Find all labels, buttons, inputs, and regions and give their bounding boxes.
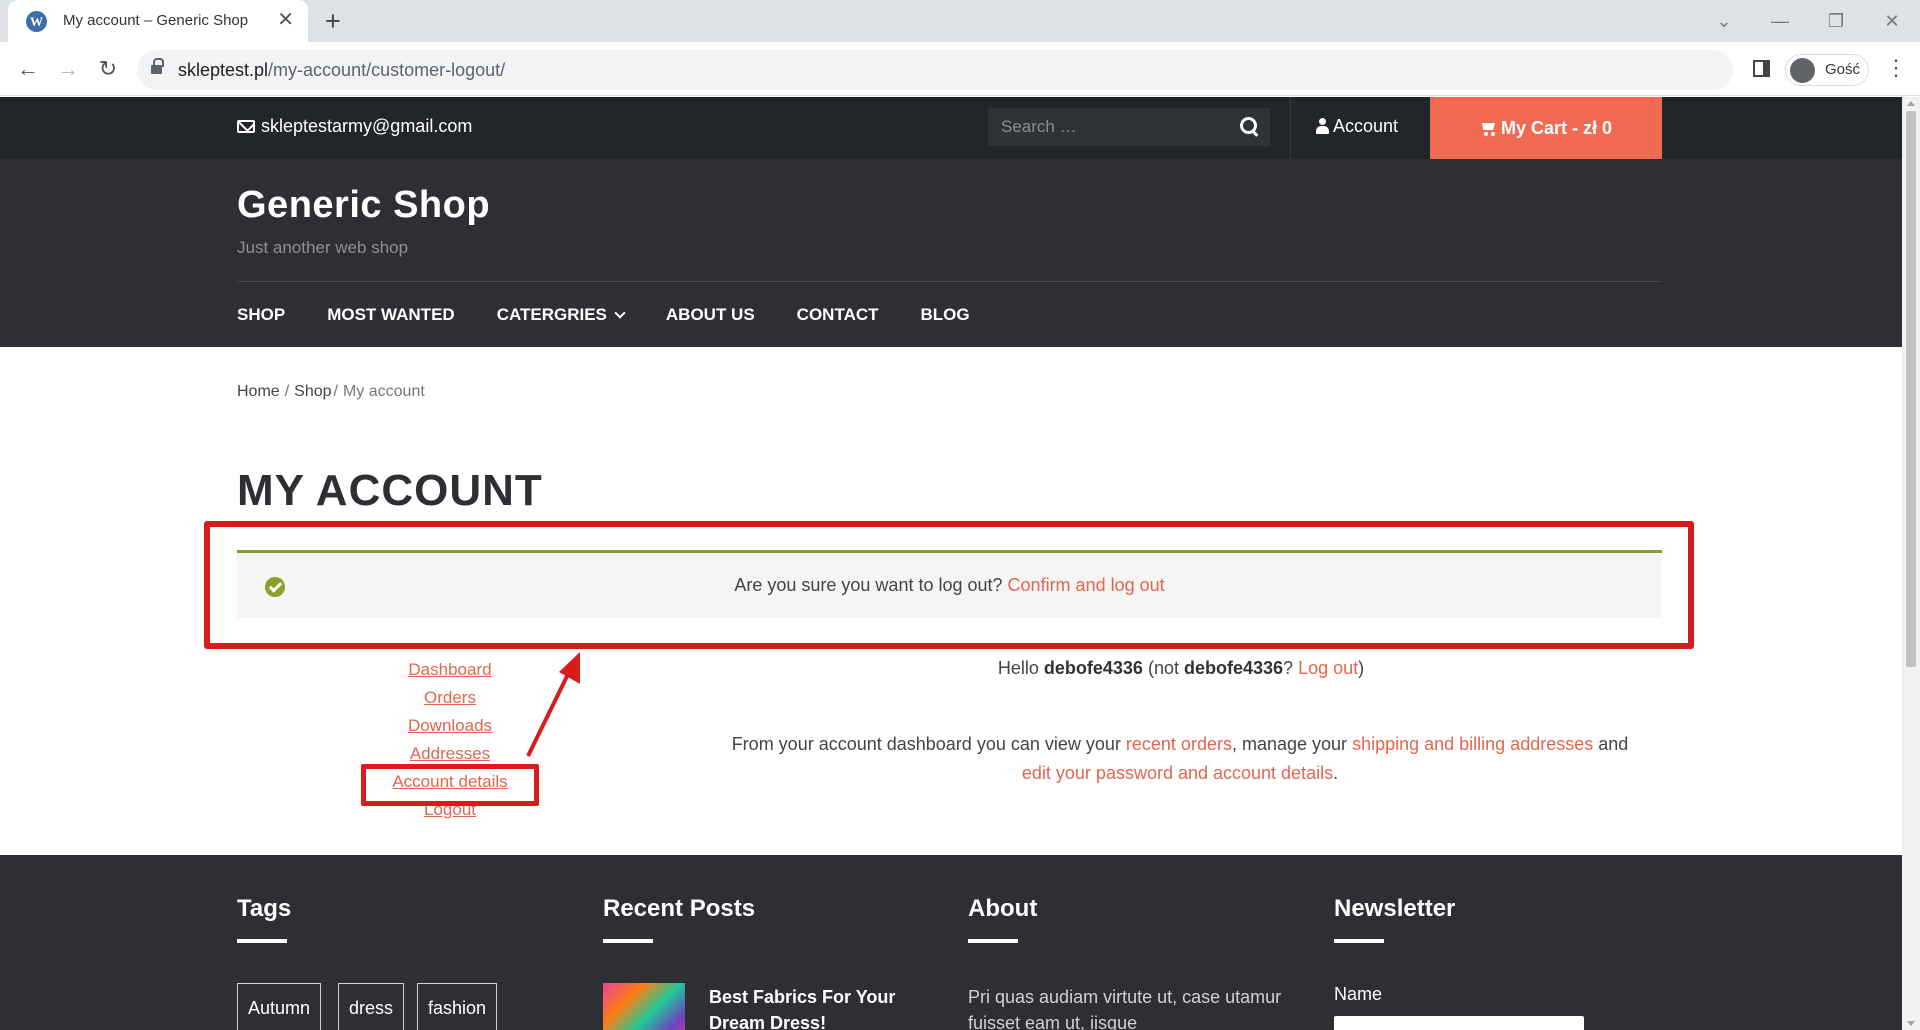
footer-about-underline (968, 939, 1018, 943)
hello-message: Hello debofe4336 (not debofe4336? Log ou… (997, 658, 1365, 678)
newsletter-name-label: Name (1334, 984, 1383, 1004)
cart-icon (1480, 121, 1497, 136)
site-search (988, 108, 1270, 146)
footer-newsletter-underline (1334, 939, 1384, 943)
menu-kebab-icon[interactable]: ⋮ (1885, 54, 1907, 82)
tab-search-icon[interactable]: ⌄ (1696, 0, 1752, 42)
reload-icon[interactable]: ↻ (94, 55, 122, 83)
site-title[interactable]: Generic Shop (237, 184, 490, 227)
nav-item-shop[interactable]: SHOP (237, 305, 285, 325)
page-scrollbar[interactable] (1902, 97, 1920, 1030)
restore-icon[interactable]: ❐ (1808, 0, 1864, 42)
breadcrumb: Home / Shop / My account (237, 383, 425, 400)
scroll-up-icon[interactable] (1907, 101, 1915, 106)
annotation-highlight-account-details (361, 764, 539, 806)
breadcrumb-shop[interactable]: Shop (294, 383, 331, 400)
tab-close-icon[interactable]: ✕ (277, 9, 294, 31)
annotation-highlight-notice (204, 521, 1694, 649)
browser-tab-strip: W My account – Generic Shop ✕ + ⌄ — ❐ ✕ (0, 0, 1920, 42)
dashboard-intro: From your account dashboard you can view… (731, 734, 1629, 783)
browser-toolbar: ← → ↻ skleptest.pl/my-account/customer-l… (0, 42, 1920, 96)
nav-item-categories[interactable]: CATERGRIES (497, 305, 626, 325)
footer-recent-underline (603, 939, 653, 943)
footer-newsletter-title: Newsletter (1334, 895, 1456, 922)
search-icon[interactable] (1240, 117, 1260, 137)
side-panel-icon[interactable] (1753, 60, 1770, 77)
recent-post-title[interactable]: Best Fabrics For Your Dream Dress! (709, 984, 939, 1030)
new-tab-icon[interactable]: + (325, 5, 341, 37)
site-top-bar: skleptestarmy@gmail.com Account My Cart … (0, 97, 1902, 159)
browser-tab[interactable]: W My account – Generic Shop ✕ (8, 0, 308, 42)
lock-icon[interactable] (151, 58, 164, 75)
wordpress-favicon-icon: W (26, 11, 47, 32)
breadcrumb-home[interactable]: Home (237, 383, 280, 400)
scroll-down-icon[interactable] (1907, 1021, 1915, 1026)
url-text: skleptest.pl/my-account/customer-logout/ (178, 60, 506, 80)
tag-autumn[interactable]: Autumn (237, 983, 322, 1030)
profile-label: Gość (1825, 61, 1861, 78)
chevron-down-icon (614, 307, 626, 319)
contact-email[interactable]: skleptestarmy@gmail.com (237, 116, 472, 137)
window-controls: ⌄ — ❐ ✕ (1696, 0, 1920, 42)
site-tagline: Just another web shop (237, 238, 409, 257)
scrollbar-thumb[interactable] (1906, 111, 1916, 667)
topbar-divider (1290, 97, 1291, 159)
nav-item-contact[interactable]: CONTACT (797, 305, 879, 325)
profile-button[interactable]: Gość (1785, 54, 1869, 86)
footer-tags-underline (237, 939, 287, 943)
account-details-link[interactable]: edit your password and account details (1022, 763, 1333, 783)
footer-tags-title: Tags (237, 895, 292, 922)
search-input[interactable] (988, 108, 1228, 146)
window-close-icon[interactable]: ✕ (1864, 0, 1920, 42)
addresses-link[interactable]: shipping and billing addresses (1352, 734, 1593, 754)
address-bar[interactable]: skleptest.pl/my-account/customer-logout/ (137, 50, 1733, 90)
site-footer: Tags Autumn dress fashion Recent Posts B… (0, 855, 1902, 1030)
page-title: MY ACCOUNT (237, 466, 543, 515)
forward-icon[interactable]: → (54, 55, 82, 83)
envelope-icon (237, 120, 255, 133)
tab-title: My account – Generic Shop (63, 12, 249, 29)
tag-dress[interactable]: dress (338, 983, 405, 1030)
recent-orders-link[interactable]: recent orders (1126, 734, 1232, 754)
site-header: Generic Shop Just another web shop SHOP … (0, 159, 1902, 347)
recent-post-thumbnail[interactable] (603, 983, 685, 1030)
username-repeat: debofe4336 (1184, 658, 1284, 678)
back-icon[interactable]: ← (14, 55, 42, 83)
avatar-icon (1790, 58, 1815, 83)
main-nav: SHOP MOST WANTED CATERGRIES ABOUT US CON… (237, 305, 1012, 325)
tag-fashion[interactable]: fashion (417, 983, 498, 1030)
annotation-arrow-icon (526, 652, 580, 757)
nav-item-blog[interactable]: BLOG (921, 305, 970, 325)
user-icon (1316, 118, 1329, 134)
breadcrumb-current: My account (342, 383, 425, 400)
minimize-icon[interactable]: — (1752, 0, 1808, 42)
footer-about-title: About (968, 895, 1038, 922)
footer-recent-title: Recent Posts (603, 895, 756, 922)
nav-item-about-us[interactable]: ABOUT US (666, 305, 755, 325)
logout-link[interactable]: Log out (1298, 658, 1358, 678)
newsletter-name-input[interactable] (1334, 1016, 1584, 1030)
nav-item-most-wanted[interactable]: MOST WANTED (327, 305, 455, 325)
username: debofe4336 (1043, 658, 1143, 678)
account-link[interactable]: Account (1316, 116, 1398, 137)
header-divider (237, 281, 1662, 282)
cart-button[interactable]: My Cart - zł 0 (1430, 97, 1662, 159)
footer-about-text: Pri quas audiam virtute ut, case utamur … (968, 987, 1282, 1030)
